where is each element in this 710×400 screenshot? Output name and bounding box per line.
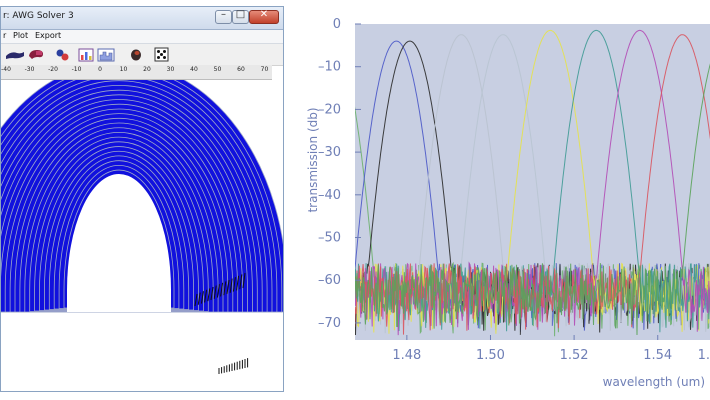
ruler-tick-label: -30 xyxy=(24,66,35,73)
maximize-icon: □ xyxy=(235,9,246,20)
minimize-icon: – xyxy=(221,9,226,20)
waveguide-array-drawing xyxy=(0,61,288,374)
ruler-tick-label: -40 xyxy=(1,66,11,73)
ruler-tick-label: 40 xyxy=(190,66,198,73)
x-tick-label: 1.48 xyxy=(392,348,421,363)
menu-item-plot[interactable]: Plot xyxy=(13,31,28,40)
y-tick-label: –50 xyxy=(318,231,341,246)
close-icon: ✕ xyxy=(259,9,269,20)
y-tick-label: –70 xyxy=(318,316,341,331)
waveguide-icon[interactable] xyxy=(5,47,25,62)
molecule-icon[interactable] xyxy=(55,47,71,62)
y-tick-label: –60 xyxy=(318,273,341,288)
menu-item-export[interactable]: Export xyxy=(35,31,61,40)
bar-chart-icon[interactable] xyxy=(78,47,94,62)
ruler-tick-label: -10 xyxy=(71,66,82,73)
x-axis-title: wavelength (um) xyxy=(603,375,705,389)
y-tick-label: –10 xyxy=(318,60,341,75)
ruler-tick-label: 60 xyxy=(237,66,245,73)
ruler-tick-label: 20 xyxy=(143,66,151,73)
ruler-tick-label: -20 xyxy=(48,66,58,73)
window-title: r: AWG Solver 3 xyxy=(3,11,74,21)
ruler-tick-label: 70 xyxy=(260,66,269,73)
ruler-tick-label: 10 xyxy=(119,66,128,73)
close-button[interactable]: ✕ xyxy=(249,9,279,24)
menu-item-r[interactable]: r xyxy=(3,31,6,40)
ruler-tick-label: 0 xyxy=(98,66,102,73)
y-tick-label: 0 xyxy=(333,17,341,32)
ruler-tick-label: 30 xyxy=(166,66,175,73)
waveguide-canvas[interactable] xyxy=(0,61,288,393)
y-tick-label: –30 xyxy=(318,145,341,160)
y-tick-label: –40 xyxy=(318,188,341,203)
awg-solver-window: r: AWG Solver 3 – □ ✕ r Plot Export -40 … xyxy=(0,6,288,393)
minimize-button[interactable]: – xyxy=(215,9,232,24)
x-tick-label: 1. xyxy=(698,348,710,363)
y-tick-label: –20 xyxy=(318,102,341,117)
dice-icon[interactable] xyxy=(154,47,169,62)
histogram-icon[interactable] xyxy=(97,47,115,62)
x-tick-label: 1.50 xyxy=(476,348,505,363)
beetle-icon[interactable] xyxy=(128,47,144,62)
x-tick-label: 1.52 xyxy=(560,348,589,363)
y-axis-title: transmission (db) xyxy=(306,107,320,212)
x-tick-label: 1.54 xyxy=(643,348,672,363)
transmission-chart: 0 –10 –20 –30 –40 –50 –60 –70 1.48 1.50 1.52 1.54 1.… xyxy=(306,17,710,389)
ruler: -40 -30 -20 -10 0 10 20 30 40 50 60 70 xyxy=(1,65,272,80)
maximize-button[interactable]: □ xyxy=(232,9,249,24)
title-bar[interactable]: r: AWG Solver 3 – □ ✕ xyxy=(1,7,283,30)
menu-bar: r Plot Export xyxy=(1,30,283,44)
magnet-icon[interactable] xyxy=(27,47,45,62)
toolbar xyxy=(1,44,283,66)
ruler-tick-label: 50 xyxy=(213,66,222,73)
